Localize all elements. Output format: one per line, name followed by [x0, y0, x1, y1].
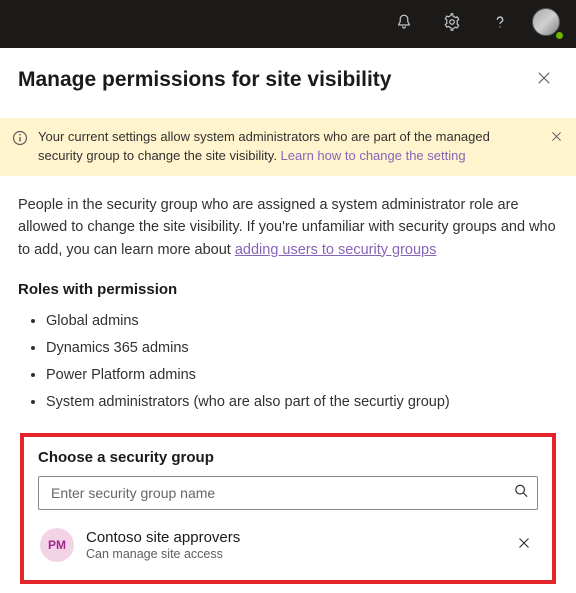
remove-group-button[interactable]	[512, 533, 536, 557]
bell-icon	[395, 13, 413, 36]
group-avatar: PM	[40, 528, 74, 562]
info-icon	[12, 130, 28, 146]
choose-group-heading: Choose a security group	[38, 449, 538, 466]
dismiss-info-button[interactable]	[546, 128, 566, 148]
security-group-input[interactable]	[38, 476, 538, 510]
app-topbar	[0, 0, 576, 48]
gear-icon	[443, 13, 461, 36]
highlight-box: Choose a security group PM Contoso site …	[20, 433, 556, 584]
close-panel-button[interactable]	[530, 66, 558, 94]
info-message-bar: Your current settings allow system admin…	[0, 118, 576, 176]
intro-paragraph: People in the security group who are ass…	[18, 194, 558, 261]
info-learn-link[interactable]: Learn how to change the setting	[281, 148, 466, 163]
presence-indicator	[554, 30, 565, 41]
page-title: Manage permissions for site visibility	[18, 68, 391, 92]
intro-learn-link[interactable]: adding users to security groups	[235, 242, 437, 258]
selected-group-row: PM Contoso site approvers Can manage sit…	[38, 524, 538, 566]
list-item: Power Platform admins	[46, 362, 558, 389]
list-item: Dynamics 365 admins	[46, 335, 558, 362]
settings-button[interactable]	[432, 4, 472, 44]
roles-list: Global admins Dynamics 365 admins Power …	[18, 308, 558, 415]
group-name: Contoso site approvers	[86, 529, 500, 546]
info-message-text: Your current settings allow system admin…	[38, 128, 536, 166]
group-subtitle: Can manage site access	[86, 547, 500, 561]
close-icon	[537, 71, 551, 90]
close-icon	[518, 536, 530, 554]
security-group-search	[38, 476, 538, 510]
panel-header: Manage permissions for site visibility	[18, 66, 558, 94]
help-button[interactable]	[480, 4, 520, 44]
notifications-button[interactable]	[384, 4, 424, 44]
user-avatar-button[interactable]	[532, 8, 564, 40]
list-item: Global admins	[46, 308, 558, 335]
close-icon	[551, 129, 562, 147]
roles-heading: Roles with permission	[18, 281, 558, 298]
help-icon	[491, 13, 509, 36]
list-item: System administrators (who are also part…	[46, 389, 558, 416]
